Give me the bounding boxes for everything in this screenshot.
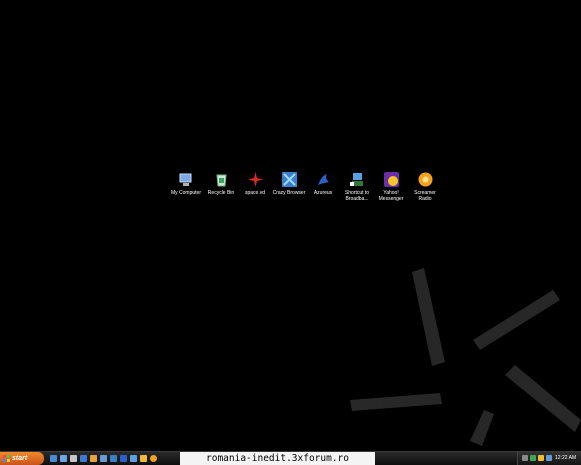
start-label: start (12, 455, 28, 462)
quicklaunch-crazy-browser-icon[interactable] (110, 455, 117, 462)
tray-network-icon[interactable] (530, 455, 536, 461)
icon-label: Crazy Browser (272, 190, 306, 196)
icon-label: Shortcut to Broadba... (344, 190, 370, 202)
windows-logo-icon (3, 455, 10, 462)
system-tray: 12:22 AM (517, 452, 581, 465)
start-button[interactable]: start (0, 452, 44, 465)
desktop-icon-yahoo-messenger[interactable]: Yahoo! Messenger (374, 172, 408, 202)
tray-arrow-icon[interactable] (522, 455, 528, 461)
desktop-icon-space-vd[interactable]: space.vd (238, 172, 272, 196)
tray-messenger-icon[interactable] (546, 455, 552, 461)
icon-label: Screamer Radio (414, 190, 436, 202)
azureus-icon (317, 174, 329, 185)
crazy-browser-icon (281, 172, 297, 187)
screamer-radio-icon (418, 172, 432, 187)
desktop-icon-broadband-shortcut[interactable]: Shortcut to Broadba... (340, 172, 374, 202)
quicklaunch-sun-icon[interactable] (140, 455, 147, 462)
my-computer-icon (179, 173, 191, 186)
desktop-icon-screamer-radio[interactable]: Screamer Radio (408, 172, 442, 202)
desktop-icon-crazy-browser[interactable]: Crazy Browser (272, 172, 306, 196)
quicklaunch-browser-icon[interactable] (80, 455, 87, 462)
wallpaper-blade-right (473, 290, 560, 350)
quicklaunch-azureus-icon[interactable] (120, 455, 127, 462)
wallpaper-blade-top (412, 268, 445, 366)
yahoo-messenger-icon (383, 172, 399, 187)
recycle-bin-icon (215, 174, 227, 187)
quicklaunch-radio-icon[interactable] (150, 455, 157, 462)
icon-label: Yahoo! Messenger (378, 190, 404, 202)
quicklaunch-media-icon[interactable] (90, 455, 97, 462)
quicklaunch-explorer-icon[interactable] (60, 455, 67, 462)
broadband-shortcut-icon (349, 173, 363, 186)
icon-label: Azureus (313, 190, 333, 196)
clock[interactable]: 12:22 AM (555, 452, 576, 465)
wallpaper-star-shapes (350, 268, 581, 446)
quicklaunch-folder-icon[interactable] (70, 455, 77, 462)
quicklaunch-network-icon[interactable] (100, 455, 107, 462)
wallpaper-blade-left (350, 393, 442, 411)
wallpaper-blade-bottom (470, 410, 494, 446)
desktop-icon-recycle-bin[interactable]: Recycle Bin (204, 172, 238, 196)
desktop-icon-azureus[interactable]: Azureus (306, 172, 340, 196)
icon-label: space.vd (244, 190, 265, 196)
icon-label: Recycle Bin (207, 190, 235, 196)
wallpaper-blade-lower-right (505, 365, 581, 432)
space-vd-icon (247, 172, 263, 187)
desktop: My Computer Recycle Bin space.vd Crazy B… (0, 0, 581, 451)
desktop-icon-my-computer[interactable]: My Computer (169, 172, 203, 196)
quicklaunch-app-icon[interactable] (130, 455, 137, 462)
watermark-text: romania-inedit.3xforum.ro (180, 452, 375, 465)
quicklaunch-desktop-icon[interactable] (50, 455, 57, 462)
taskbar: start romania-inedit.3xforum.ro 12:22 AM (0, 451, 581, 465)
tray-volume-icon[interactable] (538, 455, 544, 461)
icon-label: My Computer (170, 190, 201, 196)
